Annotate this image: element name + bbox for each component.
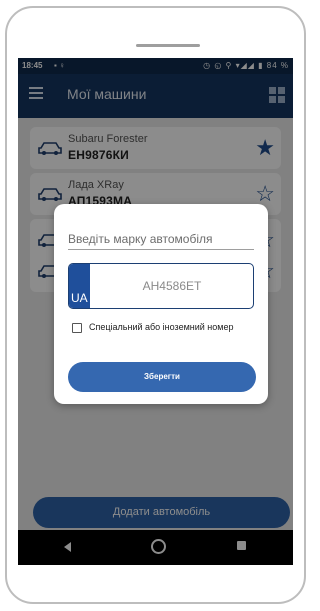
country-flag-badge: UA: [69, 264, 90, 308]
special-plate-label: Спеціальний або іноземний номер: [89, 322, 234, 332]
plate-number-field[interactable]: UA: [68, 263, 254, 309]
speaker-grille: [136, 44, 200, 47]
app-screen: 18:45 ▪ ♀ ◷ ◵ ⚲ ▾◢◢ ▮ 84 % Мої машини Su…: [18, 58, 293, 565]
car-brand-input[interactable]: [68, 229, 254, 250]
save-button[interactable]: Зберегти: [68, 362, 256, 392]
plate-number-input[interactable]: [93, 264, 251, 308]
special-plate-checkbox[interactable]: [72, 323, 82, 333]
country-code: UA: [71, 291, 88, 305]
add-car-dialog: UA Спеціальний або іноземний номер Збере…: [54, 204, 268, 404]
